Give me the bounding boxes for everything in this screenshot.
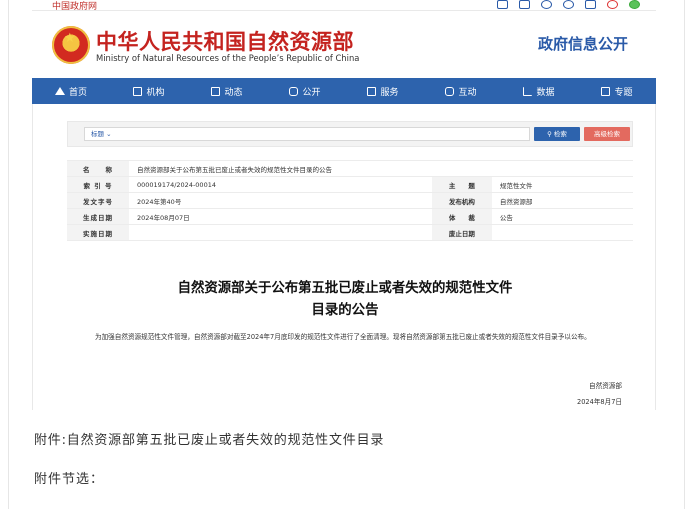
effective-label: 实施日期 [67, 224, 129, 241]
attachment-line[interactable]: 附件:自然资源部第五批已废止或者失效的规范性文件目录 [34, 429, 384, 448]
article-date: 2024年8月7日 [577, 398, 622, 406]
mail-send-icon[interactable] [519, 0, 530, 9]
wechat-icon[interactable] [629, 0, 640, 9]
expiry-value [491, 224, 633, 241]
article-title: 自然资源部关于公布第五批已废止或者失效的规范性文件 目录的公告 [113, 278, 577, 322]
nav-label: 机构 [146, 87, 165, 98]
nav-label: 动态 [224, 87, 243, 98]
screen-icon [289, 86, 299, 96]
advanced-search-button[interactable]: 高级检索 [584, 127, 630, 141]
weibo-icon[interactable] [607, 0, 618, 9]
issuer-value: 自然资源部 [491, 192, 633, 209]
settings-icon[interactable] [563, 0, 574, 9]
edit-icon [367, 86, 377, 96]
nav-item-home[interactable]: 首页 [32, 78, 110, 104]
subject-label: 主 题 [431, 176, 492, 193]
nav-item-interact[interactable]: 互动 [422, 78, 500, 104]
subject-value: 规范性文件 [491, 176, 633, 193]
nav-item-news[interactable]: 动态 [188, 78, 266, 104]
article-body: 为加强自然资源规范性文件管理，自然资源部对截至2024年7月底印发的规范性文件进… [95, 333, 591, 341]
chevron-down-icon[interactable]: ⌄ [106, 130, 111, 138]
nav-label: 互动 [458, 87, 477, 98]
name-value: 自然资源部关于公布第五批已废止或者失效的规范性文件目录的公告 [129, 160, 633, 177]
effective-value [129, 224, 432, 241]
nav-item-topic[interactable]: 专题 [578, 78, 656, 104]
created-value: 2024年08月07日 [129, 208, 432, 225]
mail-icon[interactable] [497, 0, 508, 9]
nav-label: 专题 [614, 87, 633, 98]
nav-label: 数据 [536, 87, 555, 98]
home-icon [54, 87, 65, 95]
document-info-table: 名 称 自然资源部关于公布第五批已废止或者失效的规范性文件目录的公告 索 引 号… [67, 160, 633, 241]
document-panel: 标题 ⌄ ⚲ 检索 高级检索 名 称 自然资源部关于公布第五批已废止或者失效的规… [32, 104, 656, 410]
nav-label: 首页 [68, 87, 87, 98]
expiry-label: 废止日期 [431, 224, 492, 241]
site-subtitle: Ministry of Natural Resources of the Peo… [96, 53, 360, 63]
top-icons [497, 0, 640, 9]
docno-label: 发文字号 [67, 192, 129, 209]
main-nav: 首页 机构 动态 公开 服务 互动 数据 专题 [32, 78, 656, 104]
nav-label: 公开 [302, 87, 321, 98]
genre-label: 体 裁 [431, 208, 492, 225]
book-icon [211, 86, 221, 96]
genre-value: 公告 [491, 208, 633, 225]
org-icon [133, 86, 143, 96]
index-label: 索 引 号 [67, 176, 129, 193]
attachment-excerpt-heading: 附件节选： [34, 472, 105, 487]
field-selector[interactable]: 标题 [91, 130, 104, 138]
nav-item-org[interactable]: 机构 [110, 78, 188, 104]
article-title-line: 自然资源部关于公布第五批已废止或者失效的规范性文件 [177, 281, 513, 296]
search-input[interactable]: 标题 ⌄ [84, 127, 530, 141]
name-label: 名 称 [67, 160, 129, 177]
article-signature: 自然资源部 [589, 382, 622, 390]
open-government-title[interactable]: 政府信息公开 [538, 33, 628, 54]
nav-label: 服务 [380, 87, 399, 98]
table-row: 实施日期 废止日期 [67, 224, 633, 241]
site-header: 中华人民共和国自然资源部 Ministry of Natural Resourc… [32, 10, 656, 76]
topic-icon [601, 86, 611, 96]
national-emblem-logo[interactable] [52, 26, 90, 64]
article-title-line: 目录的公告 [311, 303, 379, 318]
issuer-label: 发布机构 [431, 192, 492, 209]
table-row: 发文字号 2024年第40号 发布机构 自然资源部 [67, 192, 633, 209]
nav-item-open[interactable]: 公开 [266, 78, 344, 104]
table-row: 索 引 号 000019174/2024-00014 主 题 规范性文件 [67, 176, 633, 193]
docno-value: 2024年第40号 [129, 192, 432, 209]
search-button-label: 检索 [553, 130, 567, 138]
mobile-icon[interactable] [585, 0, 596, 9]
chat-icon [445, 86, 455, 96]
search-icon: ⚲ [547, 130, 554, 138]
table-row: 生成日期 2024年08月07日 体 裁 公告 [67, 208, 633, 225]
search-button[interactable]: ⚲ 检索 [534, 127, 580, 141]
site-title[interactable]: 中华人民共和国自然资源部 [96, 26, 354, 56]
bar-chart-icon [523, 86, 533, 96]
nav-item-service[interactable]: 服务 [344, 78, 422, 104]
created-label: 生成日期 [67, 208, 129, 225]
accessibility-icon[interactable] [541, 0, 552, 9]
nav-item-data[interactable]: 数据 [500, 78, 578, 104]
table-row: 名 称 自然资源部关于公布第五批已废止或者失效的规范性文件目录的公告 [67, 160, 633, 177]
search-bar: 标题 ⌄ ⚲ 检索 高级检索 [67, 121, 633, 147]
index-value: 000019174/2024-00014 [129, 176, 432, 193]
